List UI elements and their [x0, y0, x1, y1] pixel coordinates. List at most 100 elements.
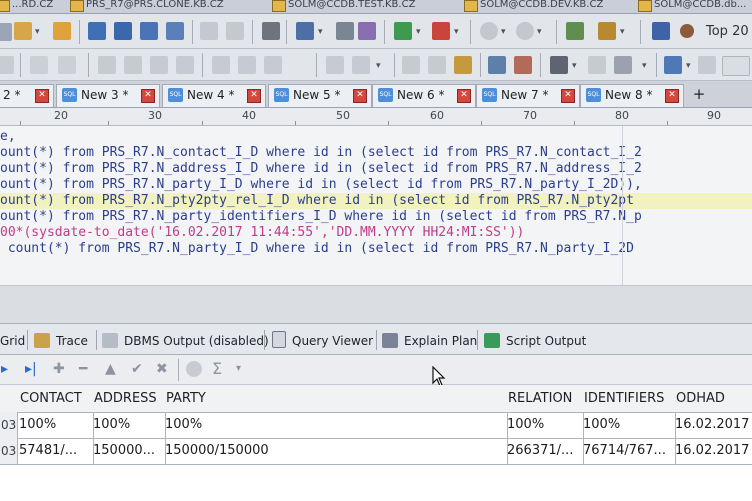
open-dropdown-icon[interactable]: ▾	[35, 27, 40, 37]
grid-cell[interactable]: 100%	[162, 412, 508, 439]
check-list-icon[interactable]	[488, 56, 506, 74]
next-record-icon[interactable]: ▸	[1, 361, 8, 377]
code-line[interactable]: ount(*) from PRS_R7.N_party_I_D where id…	[0, 177, 642, 193]
save-all-icon[interactable]	[140, 22, 158, 40]
tab-sql-new-5[interactable]: SQL New 5 * ✕	[268, 84, 372, 107]
forward-dropdown-icon[interactable]: ▾	[537, 27, 542, 37]
save-as-icon[interactable]	[114, 22, 132, 40]
grid-insert-icon[interactable]	[124, 56, 142, 74]
grid-cell[interactable]: 100%	[16, 412, 94, 439]
lock-icon[interactable]	[454, 56, 472, 74]
add-row-icon[interactable]: ✚	[53, 361, 65, 377]
undo-icon[interactable]	[664, 56, 682, 74]
grid-cell[interactable]: 150000...	[90, 438, 166, 465]
column-header-contact[interactable]: CONTACT	[16, 385, 95, 413]
search-icon[interactable]	[680, 24, 694, 38]
sort-dropdown-icon[interactable]: ▾	[642, 61, 647, 71]
debug-dropdown-icon[interactable]: ▾	[376, 61, 381, 71]
grid-cell[interactable]: 150000/150000	[162, 438, 508, 465]
step-icon[interactable]	[352, 56, 370, 74]
plsql-dropdown-icon[interactable]: ▾	[620, 27, 625, 37]
tab-sql-new-6[interactable]: SQL New 6 * ✕	[372, 84, 476, 107]
cut-icon[interactable]	[200, 22, 218, 40]
refresh-icon[interactable]	[186, 361, 202, 377]
save-icon[interactable]	[88, 22, 106, 40]
column-header-party[interactable]: PARTY	[162, 385, 509, 413]
find-icon[interactable]	[336, 22, 354, 40]
sql-compare-icon[interactable]	[58, 56, 76, 74]
find-dropdown-icon[interactable]: ▾	[572, 61, 577, 71]
code-line[interactable]: count(*) from PRS_R7.N_party_I_D where i…	[0, 241, 634, 257]
undo-dropdown-icon[interactable]: ▾	[686, 61, 691, 71]
binoculars-icon[interactable]	[550, 56, 568, 74]
connection-tab-2[interactable]: PRS_R7@PRS.CLONE.KB.CZ	[68, 0, 224, 13]
bookmark-icon[interactable]	[402, 56, 420, 74]
connection-tab-1[interactable]: ...RD.CZ	[0, 0, 53, 13]
tab-dbms-output[interactable]: DBMS Output (disabled)	[102, 331, 269, 351]
column-header-odhad[interactable]: ODHAD	[672, 385, 752, 413]
connection-tab-5[interactable]: SOLM@CCDB.db...	[636, 0, 746, 13]
edit-icon[interactable]	[514, 56, 532, 74]
transaction-icon[interactable]	[264, 56, 282, 74]
redo-icon[interactable]	[698, 56, 716, 74]
execute-sql-icon[interactable]	[566, 22, 584, 40]
debug-icon[interactable]	[326, 56, 344, 74]
back-icon[interactable]	[480, 22, 498, 40]
spell-check-icon[interactable]	[722, 56, 750, 76]
connection-dropdown-icon[interactable]: ▾	[416, 27, 421, 37]
code-line[interactable]: ount(*) from PRS_R7.N_contact_I_D where …	[0, 145, 642, 161]
grid-cell[interactable]: 76714/767...	[580, 438, 676, 465]
rollback-icon[interactable]	[238, 56, 256, 74]
query-builder-dropdown-icon[interactable]: ▾	[318, 27, 323, 37]
connection-tab-4[interactable]: SOLM@CCDB.DEV.KB.CZ	[462, 0, 603, 13]
grid-refresh-icon[interactable]	[176, 56, 194, 74]
code-line[interactable]: 00*(sysdate-to_date('16.02.2017 11:44:55…	[0, 225, 524, 241]
tab-sql-2[interactable]: 2 * ✕	[0, 84, 54, 107]
forward-icon[interactable]	[516, 22, 534, 40]
new-tab-button[interactable]: +	[684, 84, 714, 106]
code-line[interactable]: ount(*) from PRS_R7.N_address_I_D where …	[0, 161, 642, 177]
tab-script-output[interactable]: Script Output	[484, 331, 586, 351]
panel-splitter[interactable]	[0, 285, 752, 323]
column-header-identifiers[interactable]: IDENTIFIERS	[580, 385, 677, 413]
tab-explain-plan[interactable]: Explain Plan	[382, 331, 477, 351]
add-connection-icon[interactable]	[394, 22, 412, 40]
grid-edit-icon[interactable]	[98, 56, 116, 74]
close-icon[interactable]: ✕	[665, 89, 679, 103]
code-line-highlighted[interactable]: ount(*) from PRS_R7.N_pty2pty_rel_I_D wh…	[0, 193, 752, 209]
tab-sql-new-7[interactable]: SQL New 7 * ✕	[476, 84, 580, 107]
delete-row-icon[interactable]: ━	[79, 361, 87, 377]
grid-cell[interactable]: 16.02.2017	[672, 412, 752, 439]
close-icon[interactable]: ✕	[35, 89, 49, 103]
tab-trace[interactable]: Trace	[34, 331, 88, 351]
print-icon[interactable]	[262, 22, 280, 40]
column-header-relation[interactable]: RELATION	[504, 385, 585, 413]
sum-dropdown-icon[interactable]: ▾	[236, 361, 241, 377]
tab-sql-new-4[interactable]: SQL New 4 * ✕	[162, 84, 266, 107]
calendar-icon[interactable]	[652, 22, 670, 40]
query-builder-icon[interactable]	[296, 22, 314, 40]
folder-icon[interactable]	[53, 22, 71, 40]
indent-icon[interactable]	[0, 56, 14, 74]
code-line[interactable]: e,	[0, 129, 16, 145]
tab-query-viewer[interactable]: Query Viewer	[272, 331, 373, 351]
fetch-rows-selector[interactable]: Top 20	[706, 24, 749, 39]
grid-cell[interactable]: 266371/...	[504, 438, 584, 465]
sql-editor[interactable]: e, ount(*) from PRS_R7.N_contact_I_D whe…	[0, 126, 752, 285]
sum-icon[interactable]: Σ	[212, 361, 222, 377]
move-up-icon[interactable]: ▲	[105, 361, 116, 377]
close-icon[interactable]: ✕	[561, 89, 575, 103]
copy-icon[interactable]	[226, 22, 244, 40]
column-header-address[interactable]: ADDRESS	[90, 385, 167, 413]
grid-cell[interactable]: 16.02.2017	[672, 438, 752, 465]
tab-sql-new-8[interactable]: SQL New 8 * ✕	[580, 84, 684, 107]
sort-az-icon[interactable]	[614, 56, 632, 74]
close-icon[interactable]: ✕	[353, 89, 367, 103]
back-dropdown-icon[interactable]: ▾	[501, 27, 506, 37]
commit-icon[interactable]	[212, 56, 230, 74]
grid-cell[interactable]: 100%	[580, 412, 676, 439]
sql-window-icon[interactable]	[0, 23, 12, 41]
connection-tab-3[interactable]: SOLM@CCDB.TEST.KB.CZ	[270, 0, 415, 13]
sql-format-icon[interactable]	[30, 56, 48, 74]
grid-cell[interactable]: 100%	[504, 412, 584, 439]
